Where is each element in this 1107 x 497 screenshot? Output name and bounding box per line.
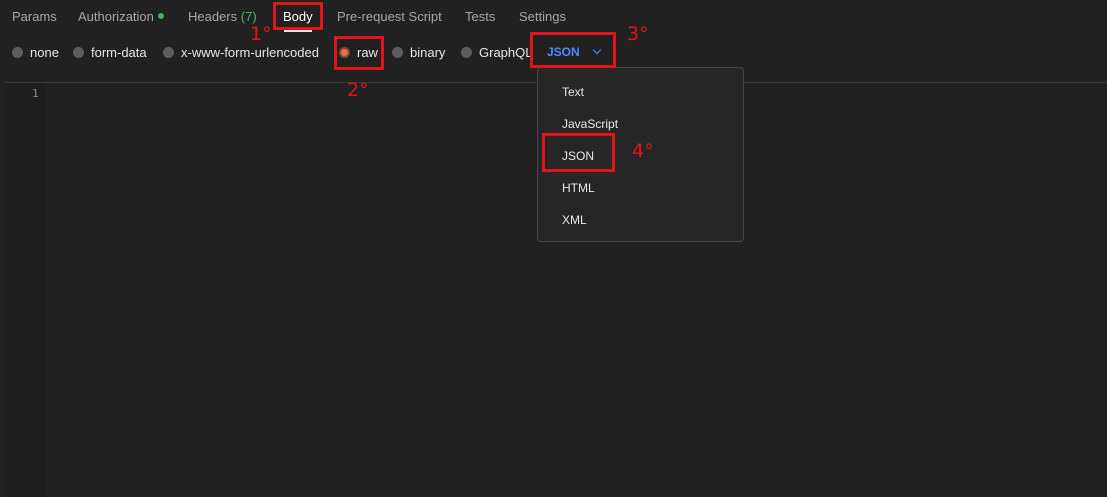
option-form-data-label: form-data xyxy=(91,45,147,60)
radio-graphql-icon xyxy=(461,47,472,58)
option-none-label: none xyxy=(30,45,59,60)
annotation-box-2 xyxy=(334,36,384,70)
menu-item-xml[interactable]: XML xyxy=(562,213,587,227)
annotation-box-1 xyxy=(273,2,323,30)
tab-params[interactable]: Params xyxy=(12,9,57,24)
status-dot-icon xyxy=(157,13,164,19)
tab-tests[interactable]: Tests xyxy=(465,9,495,24)
annotation-label-4: 4° xyxy=(632,140,654,162)
active-tab-indicator xyxy=(284,30,312,32)
radio-binary-icon xyxy=(392,47,403,58)
radio-none-icon xyxy=(12,47,23,58)
tab-headers[interactable]: Headers (7) xyxy=(188,9,257,24)
tab-authorization-label: Authorization xyxy=(78,9,154,24)
tab-settings[interactable]: Settings xyxy=(519,9,566,24)
option-binary[interactable]: binary xyxy=(392,45,445,60)
tab-authorization[interactable]: Authorization xyxy=(78,9,164,24)
line-number: 1 xyxy=(32,87,39,100)
menu-item-html[interactable]: HTML xyxy=(562,181,595,195)
annotation-label-1: 1° xyxy=(250,23,272,45)
option-binary-label: binary xyxy=(410,45,446,60)
option-none[interactable]: none xyxy=(12,45,59,60)
option-graphql-label: GraphQL xyxy=(479,45,533,60)
editor-gutter xyxy=(4,83,46,497)
annotation-box-3 xyxy=(530,32,616,68)
request-tabs: Params Authorization Headers (7) Body Pr… xyxy=(0,0,1107,34)
radio-urlencoded-icon xyxy=(163,47,174,58)
option-form-data[interactable]: form-data xyxy=(73,45,147,60)
option-graphql[interactable]: GraphQL xyxy=(461,45,532,60)
headers-count: (7) xyxy=(240,9,257,24)
annotation-box-4 xyxy=(542,133,615,172)
annotation-label-2: 2° xyxy=(347,79,369,101)
tab-pre-request-script[interactable]: Pre-request Script xyxy=(337,9,442,24)
tab-headers-label: Headers xyxy=(188,9,238,24)
annotation-label-3: 3° xyxy=(627,23,649,45)
menu-item-javascript[interactable]: JavaScript xyxy=(562,117,618,131)
option-urlencoded-label: x-www-form-urlencoded xyxy=(181,45,319,60)
menu-item-text[interactable]: Text xyxy=(562,85,584,99)
radio-form-data-icon xyxy=(73,47,84,58)
option-urlencoded[interactable]: x-www-form-urlencoded xyxy=(163,45,319,60)
